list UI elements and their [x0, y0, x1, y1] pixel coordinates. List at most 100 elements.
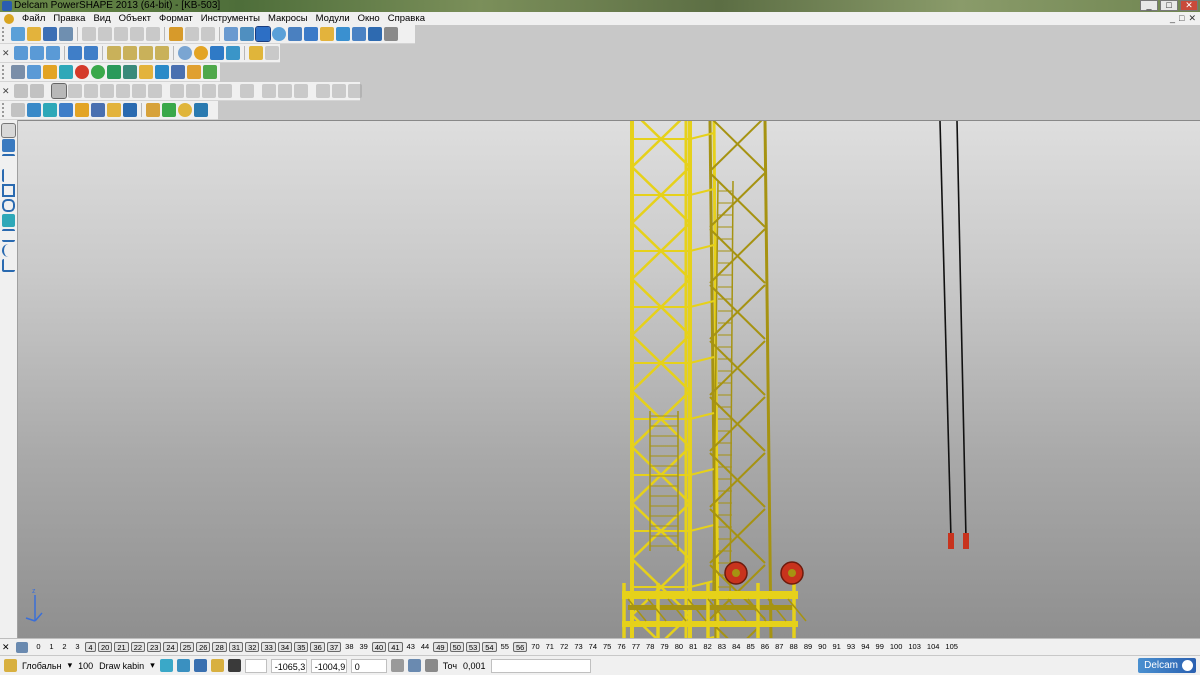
level-button[interactable]: 72	[558, 642, 570, 652]
level-button[interactable]: 35	[294, 642, 309, 652]
select-status-icon[interactable]	[159, 659, 173, 672]
level-button[interactable]: 70	[529, 642, 541, 652]
zoom-out-icon[interactable]	[123, 46, 138, 60]
selection-info-icon[interactable]	[224, 27, 238, 41]
level-button[interactable]: 39	[358, 642, 370, 652]
history-icon[interactable]	[29, 84, 44, 98]
close-button[interactable]: ✕	[1180, 0, 1198, 11]
polygon-tool-icon[interactable]	[2, 199, 15, 212]
delete-icon[interactable]	[146, 27, 160, 41]
level-button[interactable]: 40	[371, 642, 387, 652]
boolean-int-icon[interactable]	[201, 84, 216, 98]
sphere-red-icon[interactable]	[75, 65, 89, 79]
curve-edit-icon[interactable]	[27, 103, 41, 117]
coord-x-field[interactable]: -1065,3	[270, 658, 307, 673]
maximize-button[interactable]: □	[1160, 0, 1178, 11]
level-button[interactable]: 22	[130, 642, 146, 652]
level-button[interactable]: 49	[433, 642, 448, 652]
minimize-button[interactable]: _	[1140, 0, 1158, 11]
forward-icon[interactable]	[123, 65, 137, 79]
level-button[interactable]: 28	[212, 642, 227, 652]
polyline-tool-icon[interactable]	[2, 169, 15, 182]
level-button[interactable]: 82	[701, 642, 713, 652]
extrusion-icon[interactable]	[59, 103, 73, 117]
pan-icon[interactable]	[264, 46, 279, 60]
play-icon[interactable]	[107, 65, 121, 79]
menu-tools[interactable]: Инструменты	[197, 12, 264, 25]
level-button[interactable]: 25	[179, 642, 195, 652]
level-button[interactable]: 38	[343, 642, 355, 652]
plane-icon[interactable]	[178, 103, 192, 117]
level-button[interactable]: 80	[673, 642, 685, 652]
level-button[interactable]: 37	[326, 642, 342, 652]
arc-tool-icon[interactable]	[2, 244, 15, 257]
zoom-box-icon[interactable]	[139, 46, 154, 60]
menu-window[interactable]: Окно	[354, 12, 384, 25]
level-button[interactable]: 71	[544, 642, 556, 652]
view-right-icon[interactable]	[45, 46, 60, 60]
level-button[interactable]: 103	[906, 642, 923, 652]
doc-close-button[interactable]: ✕	[1188, 13, 1196, 24]
toolbar-grip[interactable]	[2, 65, 8, 79]
level-button[interactable]: 50	[449, 642, 464, 652]
level-button[interactable]: 24	[163, 642, 178, 652]
level-button[interactable]: 34	[277, 642, 293, 652]
level-button[interactable]: 33	[261, 642, 276, 652]
level-button[interactable]: 20	[98, 642, 113, 652]
document-menu-icon[interactable]	[4, 13, 14, 24]
lighting-icon[interactable]	[226, 46, 241, 60]
save-icon[interactable]	[43, 27, 57, 41]
component-icon[interactable]	[59, 65, 73, 79]
primitive-icon[interactable]	[43, 103, 57, 117]
grid-icon[interactable]	[227, 659, 241, 672]
calculator-status-icon[interactable]	[390, 659, 404, 672]
coord-y-field[interactable]: -1004,9	[310, 658, 347, 673]
select-tool-icon[interactable]	[1, 123, 16, 138]
menu-view[interactable]: Вид	[89, 12, 114, 25]
solid-select-icon[interactable]	[50, 83, 67, 99]
level-button[interactable]: 104	[925, 642, 942, 652]
dimension-tool-icon[interactable]	[2, 229, 15, 242]
workplane-icon[interactable]	[240, 27, 254, 41]
calculator-icon[interactable]	[11, 65, 25, 79]
wireframe-icon[interactable]	[210, 46, 225, 60]
view-iso2-icon[interactable]	[84, 46, 99, 60]
menu-file[interactable]: Файл	[18, 12, 49, 25]
filter-status-icon[interactable]	[193, 659, 207, 672]
level-button[interactable]: 91	[831, 642, 843, 652]
view-iso-icon[interactable]	[68, 46, 83, 60]
zoom-fit-icon[interactable]	[155, 46, 170, 60]
command-input[interactable]	[490, 658, 591, 673]
split-icon[interactable]	[315, 84, 330, 98]
paste-icon[interactable]	[114, 27, 128, 41]
view-top-icon[interactable]	[13, 46, 28, 60]
view-front-icon[interactable]	[29, 46, 44, 60]
solid-feature-icon[interactable]	[13, 84, 28, 98]
cut-solid-icon[interactable]	[217, 84, 232, 98]
level-button[interactable]: 73	[572, 642, 584, 652]
levels-manager-icon[interactable]	[16, 641, 28, 653]
menu-format[interactable]: Формат	[155, 12, 197, 25]
menu-modules[interactable]: Модули	[312, 12, 354, 25]
level-button[interactable]: 74	[587, 642, 599, 652]
open-file-icon[interactable]	[27, 27, 41, 41]
level-button[interactable]: 44	[419, 642, 431, 652]
network-icon[interactable]	[91, 103, 105, 117]
rotate-icon[interactable]	[178, 46, 193, 60]
rectangle-tool-icon[interactable]	[2, 184, 15, 197]
mirror-icon[interactable]	[277, 84, 292, 98]
projection-icon[interactable]	[194, 103, 208, 117]
keyboard-status-icon[interactable]	[407, 659, 421, 672]
level-button[interactable]: 23	[147, 642, 162, 652]
shell-icon[interactable]	[239, 84, 254, 98]
workplane-name[interactable]: Глобальн	[22, 661, 62, 671]
blend-icon[interactable]	[131, 84, 146, 98]
solid-tool-icon[interactable]	[2, 214, 15, 227]
boolean-add-icon[interactable]	[169, 84, 184, 98]
merge-icon[interactable]	[331, 84, 346, 98]
level-button[interactable]: 1	[46, 642, 57, 652]
snap-status-icon[interactable]	[176, 659, 190, 672]
doc-minimize-button[interactable]: _	[1170, 13, 1175, 24]
material-icon[interactable]	[248, 46, 263, 60]
level-button[interactable]: 87	[773, 642, 785, 652]
